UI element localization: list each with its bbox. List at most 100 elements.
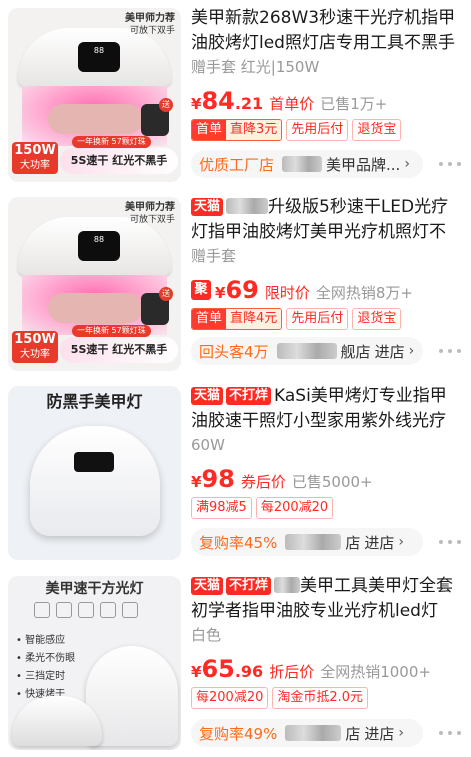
price-label: 折后价 bbox=[269, 663, 315, 681]
product-image[interactable]: 88 美甲师力荐 可放下双手 送 一年换新 57颗灯珠 150W 大功率 5S速… bbox=[8, 8, 181, 182]
promo-badges: 首单 直降3元 先用后付 退货宝 bbox=[191, 119, 463, 141]
hand-illustration bbox=[48, 104, 143, 134]
product-card[interactable]: 防黑手美甲灯 天猫 不打烊 KaSi美甲烤灯专业指甲油胶速干照灯小型家用紫外线光疗 … bbox=[0, 378, 471, 567]
enter-store-label: 进店 bbox=[364, 533, 395, 552]
coupon-badge: 满98减5 bbox=[191, 497, 252, 519]
product-image[interactable]: 防黑手美甲灯 bbox=[8, 386, 181, 560]
product-title[interactable]: 天猫 升级版5秒速干LED光疗灯指甲油胶烤灯美甲光疗机照灯不 bbox=[191, 195, 463, 245]
promo-badges: 满98减5 每200减20 bbox=[191, 497, 463, 519]
store-name: 店 bbox=[345, 533, 361, 552]
more-icon[interactable] bbox=[439, 348, 461, 354]
ju-tag: 聚 bbox=[191, 280, 211, 300]
store-accent: 优质工厂店 bbox=[199, 155, 275, 174]
store-name: 店 bbox=[345, 724, 361, 743]
tmall-tag: 天猫 bbox=[191, 577, 224, 595]
feature-item: • 柔光不伤眼 bbox=[16, 653, 76, 664]
sold-count: 全网热销8万+ bbox=[315, 284, 413, 302]
store-link[interactable]: 复购率49% 店 进店 › bbox=[191, 719, 423, 747]
badge-return: 退货宝 bbox=[352, 308, 402, 330]
thumb-pill: 一年换新 57颗灯珠 bbox=[72, 136, 151, 148]
blurred-text bbox=[276, 343, 337, 359]
product-subtitle: 60W bbox=[191, 436, 225, 454]
store-link[interactable]: 回头客4万 舰店 进店 › bbox=[191, 337, 423, 365]
feature-item: • 三挡定时 bbox=[16, 671, 66, 682]
watt-sub: 大功率 bbox=[20, 160, 50, 171]
badge-left: 首单 bbox=[192, 309, 227, 329]
lamp-screen: 88 bbox=[78, 42, 120, 72]
badge-return: 退货宝 bbox=[352, 119, 402, 141]
lamp-screen bbox=[74, 452, 114, 472]
watt-value: 150W bbox=[14, 332, 56, 347]
watt-value: 150W bbox=[14, 143, 56, 158]
sold-count: 全网热销1000+ bbox=[320, 663, 431, 681]
promo-badges: 首单 直降4元 先用后付 退货宝 bbox=[191, 308, 463, 330]
first-order-badge: 首单 直降4元 bbox=[191, 308, 283, 330]
store-link[interactable]: 优质工厂店 美甲品牌... › bbox=[191, 150, 423, 178]
price-integer: 69 bbox=[225, 276, 259, 304]
store-link[interactable]: 复购率45% 店 进店 › bbox=[191, 528, 423, 556]
product-card[interactable]: 88 美甲师力荐 可放下双手 送 一年换新 57颗灯珠 150W 大功率 5S速… bbox=[0, 0, 471, 189]
coupon-badge: 每200减20 bbox=[191, 687, 269, 709]
chevron-right-icon: › bbox=[398, 725, 404, 741]
store-accent: 复购率49% bbox=[199, 724, 278, 743]
product-card[interactable]: 88 美甲师力荐 可放下双手 送 一年换新 57颗灯珠 150W 大功率 5S速… bbox=[0, 189, 471, 378]
feature-list: • 智能感应 • 柔光不伤眼 • 三挡定时 • 快速烤干 bbox=[16, 632, 75, 704]
chevron-right-icon: › bbox=[398, 534, 404, 550]
enter-store-label: 进店 bbox=[364, 724, 395, 743]
price-decimal: .96 bbox=[234, 662, 264, 681]
tmall-tag: 天猫 bbox=[191, 198, 224, 216]
price-decimal: .21 bbox=[234, 94, 264, 113]
always-open-tag: 不打烊 bbox=[226, 577, 272, 595]
badge-pay-later: 先用后付 bbox=[286, 308, 349, 330]
price-integer: 84 bbox=[201, 87, 235, 115]
feature-item: • 智能感应 bbox=[16, 635, 66, 646]
more-icon[interactable] bbox=[439, 730, 461, 736]
product-subtitle: 赠手套 bbox=[191, 247, 237, 265]
blurred-text bbox=[274, 577, 301, 593]
price-integer: 98 bbox=[201, 465, 235, 493]
lamp-screen: 88 bbox=[78, 231, 120, 261]
price-label: 首单价 bbox=[269, 95, 315, 113]
blurred-text bbox=[282, 156, 323, 172]
first-order-badge: 首单 直降3元 bbox=[191, 119, 283, 141]
more-icon[interactable] bbox=[439, 161, 461, 167]
promo-badges: 每200减20 淘金币抵2.0元 bbox=[191, 687, 463, 709]
thumb-ribbon-text: 美甲师力荐 bbox=[125, 13, 175, 24]
store-name: 美甲品牌... bbox=[326, 155, 401, 174]
price-row: ¥ 84 .21 首单价 已售1万+ bbox=[191, 87, 463, 115]
product-title[interactable]: 天猫 不打烊 KaSi美甲烤灯专业指甲油胶速干照灯小型家用紫外线光疗 bbox=[191, 384, 463, 434]
product-title[interactable]: 美甲新款268W3秒速干光疗机指甲油胶烤灯led照灯店专用工具不黑手 bbox=[191, 6, 463, 56]
thumb-pill: 一年换新 57颗灯珠 bbox=[72, 325, 151, 337]
blurred-text bbox=[226, 198, 269, 214]
badge-right: 直降4元 bbox=[226, 309, 282, 329]
gift-badge: 送 bbox=[159, 98, 173, 112]
watt-badge: 150W 大功率 bbox=[12, 331, 58, 363]
price-row: 聚 ¥ 69 限时价 全网热销8万+ bbox=[191, 276, 463, 304]
always-open-tag: 不打烊 bbox=[226, 387, 272, 405]
product-title[interactable]: 天猫 不打烊 美甲工具美甲灯全套初学者指甲油胶专业光疗机led灯 bbox=[191, 574, 463, 624]
thumb-ribbon-text: 美甲师力荐 bbox=[125, 202, 175, 213]
price-label: 限时价 bbox=[264, 284, 310, 302]
badge-right: 直降3元 bbox=[226, 120, 282, 140]
tmall-tag: 天猫 bbox=[191, 387, 224, 405]
gift-badge: 送 bbox=[159, 287, 173, 301]
currency-symbol: ¥ bbox=[215, 284, 226, 302]
watt-badge: 150W 大功率 bbox=[12, 142, 58, 174]
thumb-title: 美甲速干方光灯 bbox=[45, 581, 144, 597]
currency-symbol: ¥ bbox=[191, 663, 202, 681]
product-card[interactable]: 美甲速干方光灯 • 智能感应 • 柔光不伤眼 • 三挡定时 • 快速烤干 天猫不… bbox=[0, 568, 471, 757]
product-image[interactable]: 美甲速干方光灯 • 智能感应 • 柔光不伤眼 • 三挡定时 • 快速烤干 bbox=[8, 576, 181, 750]
coin-badge: 淘金币抵2.0元 bbox=[272, 687, 369, 709]
currency-symbol: ¥ bbox=[191, 473, 202, 491]
more-icon[interactable] bbox=[439, 539, 461, 545]
watt-sub: 大功率 bbox=[20, 349, 50, 360]
product-subtitle: 白色 bbox=[191, 626, 222, 644]
thumb-ribbon: 美甲师力荐 可放下双手 bbox=[125, 201, 175, 227]
price-row: ¥ 65 .96 折后价 全网热销1000+ bbox=[191, 655, 463, 683]
product-subtitle: 赠手套 红光|150W bbox=[191, 58, 320, 76]
price-row: ¥ 98 券后价 已售5000+ bbox=[191, 465, 463, 493]
price-label: 券后价 bbox=[240, 473, 286, 491]
chevron-right-icon: › bbox=[408, 343, 415, 359]
sold-count: 已售5000+ bbox=[291, 473, 373, 491]
product-image[interactable]: 88 美甲师力荐 可放下双手 送 一年换新 57颗灯珠 150W 大功率 5S速… bbox=[8, 197, 181, 371]
